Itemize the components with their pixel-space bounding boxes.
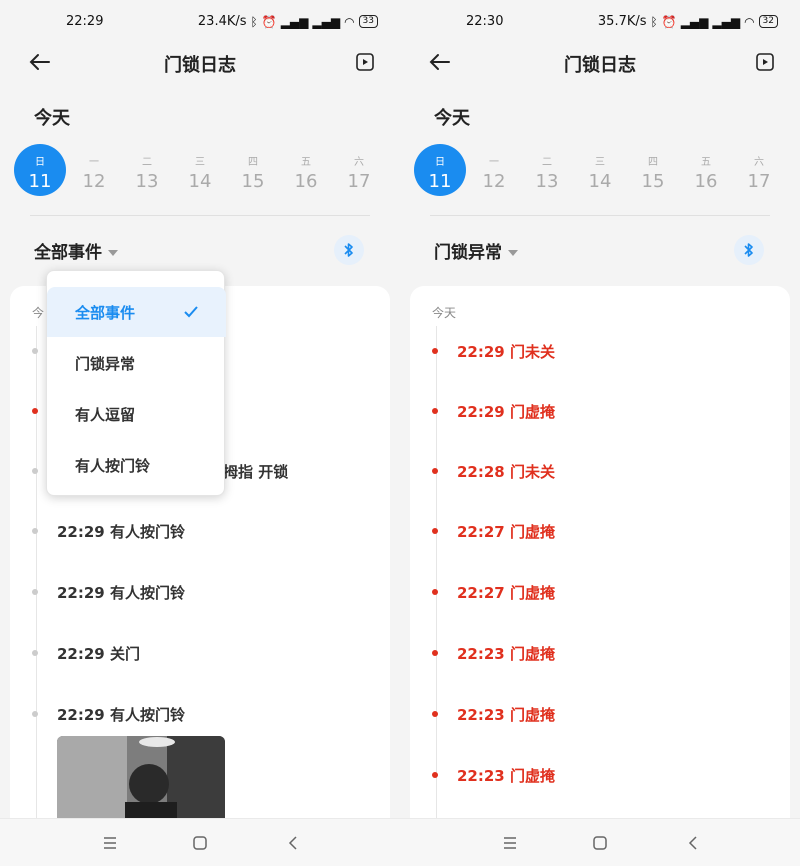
- dropdown-item-all[interactable]: 全部事件: [47, 287, 226, 337]
- caret-down-icon: [508, 250, 518, 256]
- wifi-icon: ◠: [744, 14, 755, 29]
- timeline-line: [36, 326, 37, 866]
- back-icon[interactable]: [683, 833, 703, 853]
- menu-icon[interactable]: [500, 833, 520, 853]
- home-icon[interactable]: [190, 833, 210, 853]
- page-title: 门锁日志: [164, 55, 236, 76]
- timeline-line: [436, 326, 437, 866]
- network-speed: 35.7K/s: [597, 14, 647, 29]
- screen-right: 22:30 35.7K/s ᛒ ⏰ ▂▄▆ ▂▄▆ ◠ 32 门锁日志 今天 日…: [400, 0, 800, 866]
- video-file-icon[interactable]: [754, 51, 776, 73]
- signal-icon: ▂▄▆: [280, 14, 309, 29]
- day-17[interactable]: 六 17: [333, 144, 385, 196]
- wifi-icon: ◠: [344, 14, 355, 29]
- day-17[interactable]: 六 17: [733, 144, 785, 196]
- system-nav-bar: [400, 818, 800, 866]
- day-15[interactable]: 四 15: [627, 144, 679, 196]
- event-filter[interactable]: 全部事件: [34, 238, 118, 263]
- event-filter[interactable]: 门锁异常: [434, 238, 518, 263]
- dropdown-item-loitering[interactable]: 有人逗留: [47, 389, 226, 439]
- status-time: 22:29: [66, 14, 104, 29]
- bluetooth-status-icon: ᛒ: [650, 14, 658, 29]
- filter-dropdown: 全部事件 门锁异常 有人逗留 有人按门铃: [46, 270, 226, 496]
- day-16[interactable]: 五 16: [680, 144, 732, 196]
- day-11[interactable]: 日 11: [414, 144, 466, 196]
- battery-icon: 33: [358, 15, 378, 28]
- week-strip: 日 11 一 12 二 13 三 14 四 15 五 16 六 17: [14, 144, 386, 200]
- signal-icon: ▂▄▆: [712, 14, 741, 29]
- bluetooth-button[interactable]: [734, 235, 764, 265]
- divider: [30, 215, 370, 216]
- system-nav-bar: [0, 818, 400, 866]
- section-label: 今天: [432, 306, 457, 320]
- event-list: 今天 22:29 门未关 22:29 门虚掩 22:28 门未关 22:27 门…: [410, 286, 790, 866]
- day-12[interactable]: 一 12: [468, 144, 520, 196]
- section-label: 今: [32, 306, 45, 320]
- video-file-icon[interactable]: [354, 51, 376, 73]
- screen-left: 22:29 23.4K/s ᛒ ⏰ ▂▄▆ ▂▄▆ ◠ 33 门锁日志 今天 日…: [0, 0, 400, 866]
- page-title: 门锁日志: [564, 55, 636, 76]
- network-speed: 23.4K/s: [197, 14, 247, 29]
- bluetooth-status-icon: ᛒ: [250, 14, 258, 29]
- day-15[interactable]: 四 15: [227, 144, 279, 196]
- date-heading: 今天: [434, 108, 470, 129]
- status-time: 22:30: [466, 14, 504, 29]
- check-icon: [184, 306, 198, 318]
- day-14[interactable]: 三 14: [574, 144, 626, 196]
- bluetooth-icon: [344, 243, 353, 257]
- week-strip: 日 11 一 12 二 13 三 14 四 15 五 16 六 17: [414, 144, 786, 200]
- status-bar: 22:29 23.4K/s ᛒ ⏰ ▂▄▆ ▂▄▆ ◠ 33: [0, 12, 400, 34]
- day-13[interactable]: 二 13: [521, 144, 573, 196]
- caret-down-icon: [108, 250, 118, 256]
- alarm-icon: ⏰: [661, 14, 677, 29]
- dropdown-item-lock-abnormal[interactable]: 门锁异常: [47, 338, 226, 388]
- battery-icon: 32: [758, 15, 778, 28]
- bluetooth-icon: [744, 243, 753, 257]
- app-header: 门锁日志: [400, 48, 800, 78]
- day-13[interactable]: 二 13: [121, 144, 173, 196]
- alarm-icon: ⏰: [261, 14, 277, 29]
- home-icon[interactable]: [590, 833, 610, 853]
- signal-icon: ▂▄▆: [680, 14, 709, 29]
- status-bar: 22:30 35.7K/s ᛒ ⏰ ▂▄▆ ▂▄▆ ◠ 32: [400, 12, 800, 34]
- bluetooth-button[interactable]: [334, 235, 364, 265]
- dropdown-item-doorbell[interactable]: 有人按门铃: [47, 440, 226, 490]
- day-14[interactable]: 三 14: [174, 144, 226, 196]
- signal-icon: ▂▄▆: [312, 14, 341, 29]
- app-header: 门锁日志: [0, 48, 400, 78]
- date-heading: 今天: [34, 108, 70, 129]
- menu-icon[interactable]: [100, 833, 120, 853]
- divider: [430, 215, 770, 216]
- day-12[interactable]: 一 12: [68, 144, 120, 196]
- back-icon[interactable]: [283, 833, 303, 853]
- day-11[interactable]: 日 11: [14, 144, 66, 196]
- day-16[interactable]: 五 16: [280, 144, 332, 196]
